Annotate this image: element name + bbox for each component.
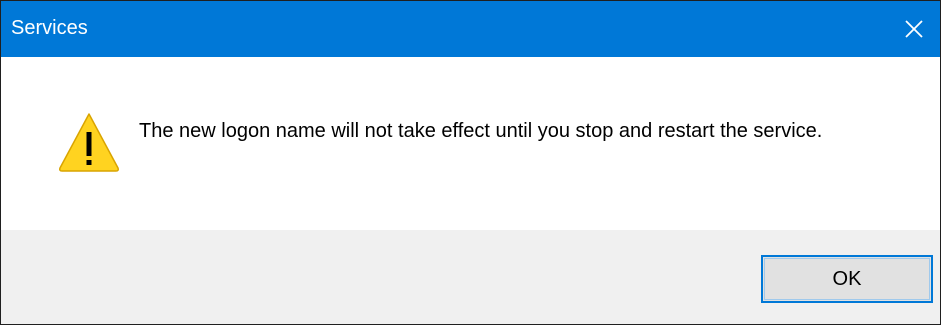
close-button[interactable]	[888, 1, 940, 57]
ok-button[interactable]: OK	[761, 255, 933, 303]
button-bar: OK	[1, 230, 940, 324]
message-dialog: Services The new logon name will not tak…	[0, 0, 941, 325]
close-icon	[905, 20, 923, 38]
dialog-body: The new logon name will not take effect …	[1, 62, 940, 230]
title-bar[interactable]: Services	[1, 1, 940, 62]
message-text: The new logon name will not take effect …	[139, 120, 823, 142]
window-title: Services	[11, 17, 88, 39]
ok-button-label: OK	[832, 267, 862, 290]
warning-icon	[59, 113, 119, 172]
